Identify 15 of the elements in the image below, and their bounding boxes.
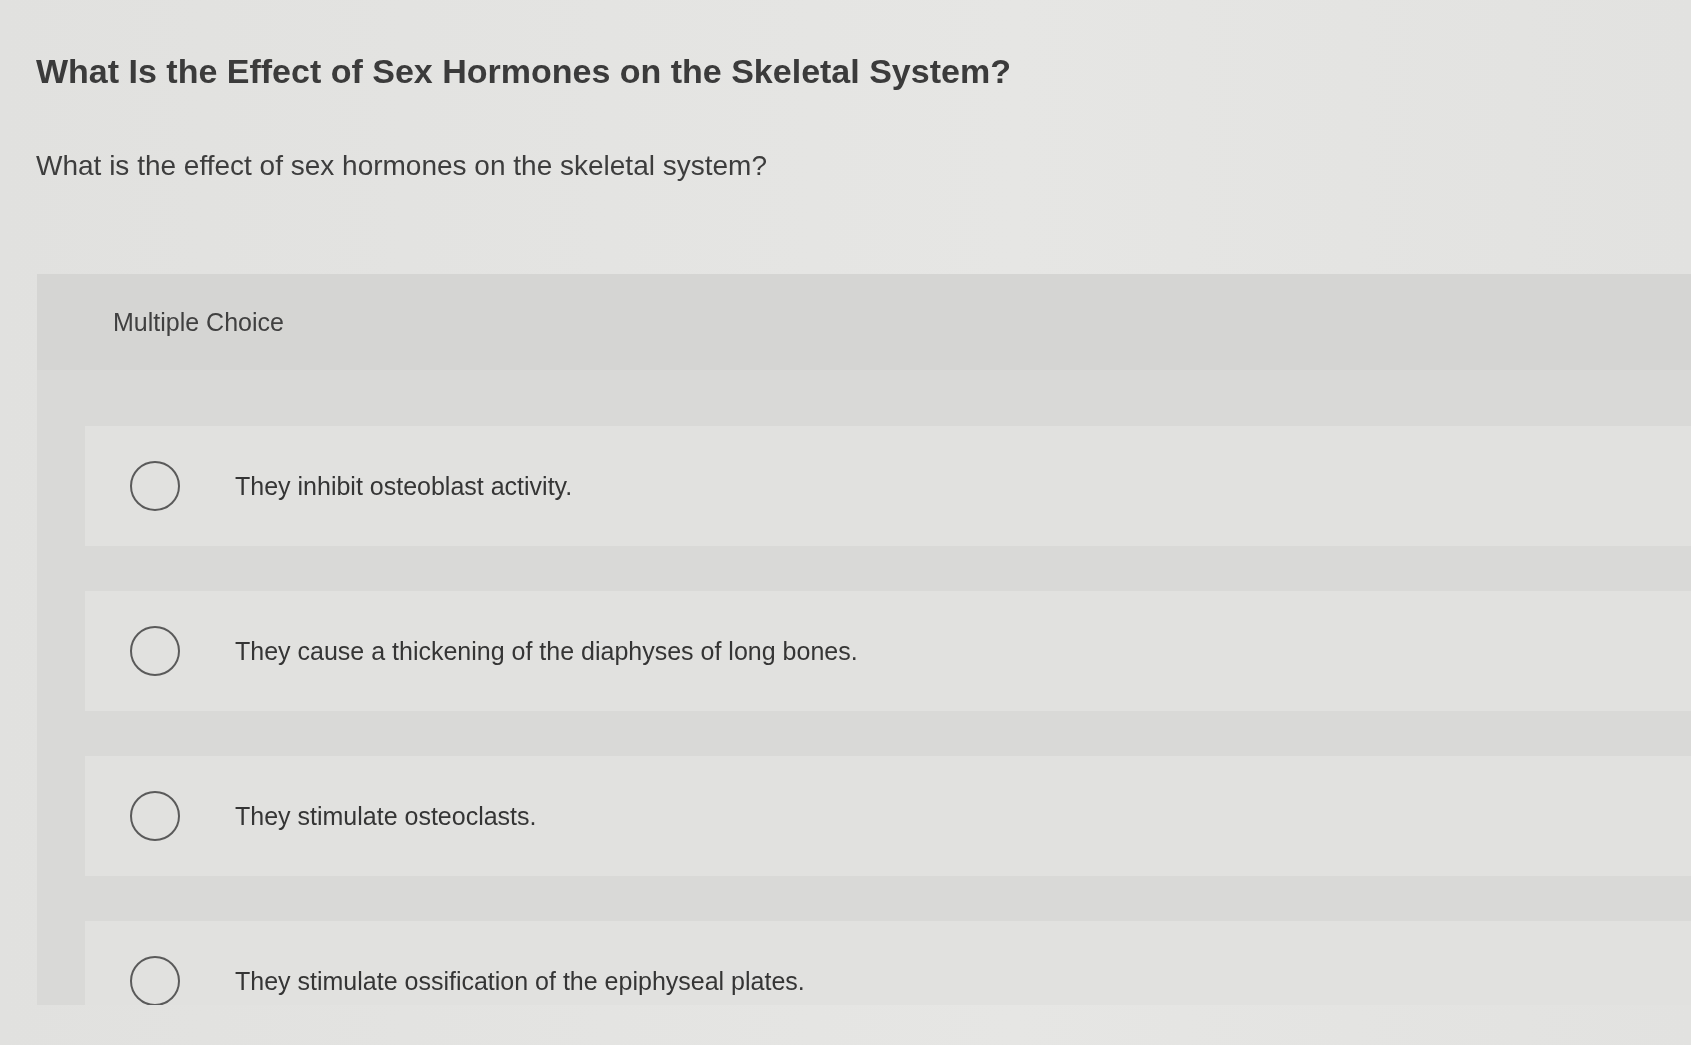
- option-text: They stimulate osteoclasts.: [235, 801, 537, 831]
- option-text: They stimulate ossification of the epiphyseal plates.: [235, 966, 805, 996]
- answer-option[interactable]: They inhibit osteoblast activity.: [85, 426, 1691, 546]
- answer-option[interactable]: They cause a thickening of the diaphyses of long bones.: [85, 591, 1691, 711]
- option-text: They inhibit osteoblast activity.: [235, 471, 573, 501]
- question-text: What is the effect of sex hormones on the skeletal system?: [36, 149, 767, 183]
- radio-button[interactable]: [130, 461, 180, 511]
- radio-button[interactable]: [130, 956, 180, 1005]
- answer-option[interactable]: They stimulate ossification of the epiphyseal plates.: [85, 921, 1691, 1005]
- answer-option[interactable]: They stimulate osteoclasts.: [85, 756, 1691, 876]
- option-text: They cause a thickening of the diaphyses of long bones.: [235, 636, 858, 666]
- question-title: What Is the Effect of Sex Hormones on the Skeletal System?: [36, 51, 1011, 92]
- question-type-label: Multiple Choice: [113, 307, 284, 337]
- radio-button[interactable]: [130, 626, 180, 676]
- radio-button[interactable]: [130, 791, 180, 841]
